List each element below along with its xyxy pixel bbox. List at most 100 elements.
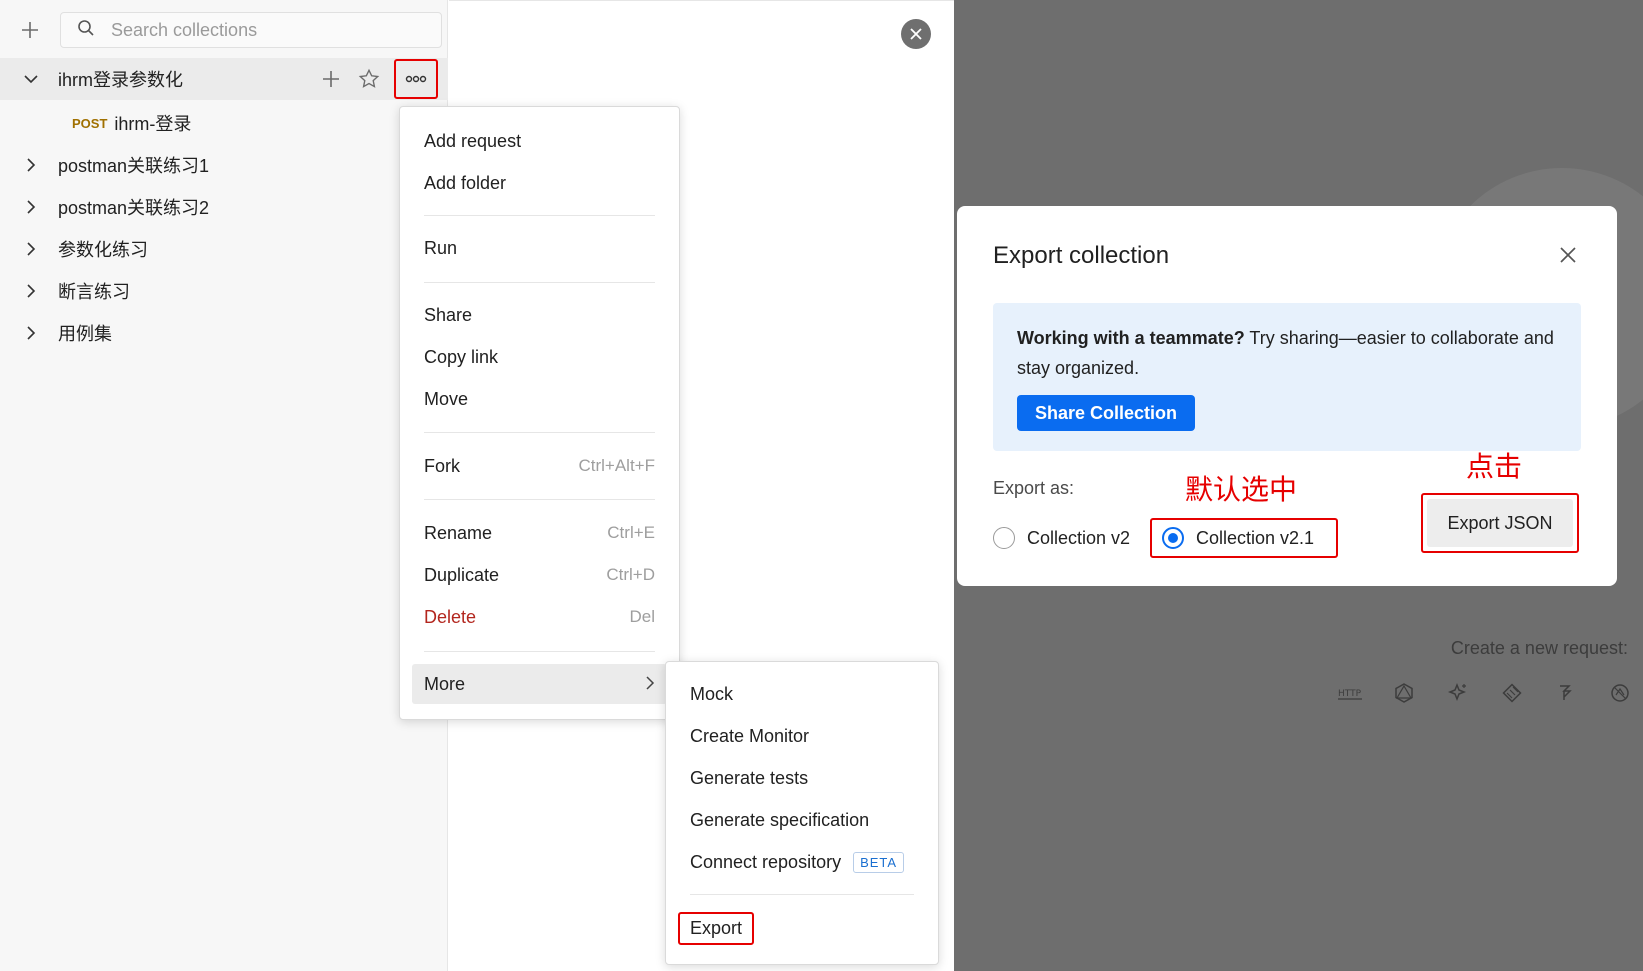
modal-title: Export collection xyxy=(993,242,1170,269)
menu-item-label: Rename xyxy=(424,522,493,543)
grpc-icon[interactable] xyxy=(1499,680,1525,706)
chevron-right-icon[interactable] xyxy=(24,158,38,172)
submenu-item-generate-tests[interactable]: Generate tests xyxy=(678,758,926,798)
menu-item-add-request[interactable]: Add request xyxy=(412,121,667,161)
menu-item-label: Mock xyxy=(690,683,734,704)
close-icon[interactable] xyxy=(1557,244,1579,266)
collection-name: 参数化练习 xyxy=(58,240,148,260)
socketio-icon[interactable] xyxy=(1607,680,1633,706)
menu-item-run[interactable]: Run xyxy=(412,228,667,268)
menu-item-label: Generate tests xyxy=(690,767,809,788)
svg-text:HTTP: HTTP xyxy=(1338,689,1362,699)
request-name: ihrm-登录 xyxy=(114,114,192,134)
chevron-right-icon[interactable] xyxy=(24,284,38,298)
chevron-right-icon[interactable] xyxy=(24,200,38,214)
beta-badge: BETA xyxy=(853,851,905,873)
chevron-right-icon xyxy=(645,674,655,695)
star-icon[interactable] xyxy=(356,66,382,92)
collection-row[interactable]: 参数化练习 xyxy=(0,228,448,270)
search-collections-box[interactable] xyxy=(60,12,442,48)
new-collection-button[interactable] xyxy=(18,18,42,42)
radio-button-selected[interactable] xyxy=(1162,527,1184,549)
menu-item-copy-link[interactable]: Copy link xyxy=(412,337,667,377)
option-label: Collection v2 xyxy=(1027,527,1131,548)
ai-sparkle-icon[interactable] xyxy=(1445,680,1471,706)
annotation-click: 点击 xyxy=(1466,451,1523,482)
collection-row[interactable]: postman关联练习2 xyxy=(0,186,448,228)
menu-item-label: Move xyxy=(424,388,469,409)
menu-item-label: Generate specification xyxy=(690,809,870,830)
menu-item-label: Duplicate xyxy=(424,564,500,585)
collections-sidebar: ihrm登录参数化 POST ihrm-登录 postman关联练习1 post… xyxy=(0,0,448,971)
menu-item-more[interactable]: More xyxy=(412,664,667,704)
menu-item-label: Connect repository xyxy=(690,851,842,872)
export-collection-modal: Export collection Working with a teammat… xyxy=(957,206,1617,586)
collection-context-menu: Add request Add folder Run Share Copy li… xyxy=(399,106,680,720)
close-icon[interactable] xyxy=(901,19,931,49)
submenu-item-create-monitor[interactable]: Create Monitor xyxy=(678,716,926,756)
chevron-right-icon[interactable] xyxy=(24,242,38,256)
collection-row-ihrm[interactable]: ihrm登录参数化 xyxy=(0,58,448,100)
export-json-button[interactable]: Export JSON xyxy=(1427,499,1573,547)
menu-item-label: More xyxy=(424,673,466,694)
menu-item-label: Fork xyxy=(424,455,460,476)
menu-item-label: Add folder xyxy=(424,172,507,193)
menu-item-label: Run xyxy=(424,237,458,258)
collection-row-actions xyxy=(318,58,438,100)
more-options-button[interactable] xyxy=(394,59,438,99)
share-collection-button[interactable]: Share Collection xyxy=(1017,395,1196,431)
menu-item-delete[interactable]: Delete Del xyxy=(412,597,667,637)
menu-item-move[interactable]: Move xyxy=(412,379,667,419)
menu-item-fork[interactable]: Fork Ctrl+Alt+F xyxy=(412,446,667,486)
add-request-button[interactable] xyxy=(318,66,344,92)
http-icon[interactable]: HTTP xyxy=(1337,680,1363,706)
menu-divider xyxy=(424,432,655,433)
banner-bold-text: Working with a teammate? xyxy=(1017,328,1245,348)
chevron-right-icon[interactable] xyxy=(24,326,38,340)
menu-item-shortcut: Ctrl+D xyxy=(606,565,655,584)
menu-item-label: Share xyxy=(424,304,473,325)
option-label: Collection v2.1 xyxy=(1196,527,1315,548)
search-input[interactable] xyxy=(111,19,411,41)
graphql-icon[interactable] xyxy=(1391,680,1417,706)
menu-item-label: Copy link xyxy=(424,346,499,367)
menu-item-label: Export xyxy=(690,917,743,938)
request-row[interactable]: POST ihrm-登录 xyxy=(0,102,448,144)
export-highlight: Export xyxy=(678,911,755,945)
ellipsis-icon xyxy=(405,75,427,83)
radio-button[interactable] xyxy=(993,527,1015,549)
submenu-item-mock[interactable]: Mock xyxy=(678,674,926,714)
menu-item-duplicate[interactable]: Duplicate Ctrl+D xyxy=(412,555,667,595)
menu-item-shortcut: Del xyxy=(629,607,655,626)
submenu-item-generate-specification[interactable]: Generate specification xyxy=(678,800,926,840)
share-banner: Working with a teammate? Try sharing—eas… xyxy=(993,303,1581,451)
menu-divider xyxy=(424,651,655,652)
collection-row[interactable]: postman关联练习1 xyxy=(0,144,448,186)
create-new-request-label: Create a new request: xyxy=(1450,638,1628,658)
collection-name: 断言练习 xyxy=(58,282,130,302)
menu-item-shortcut: Ctrl+E xyxy=(607,523,655,542)
collection-row[interactable]: 用例集 xyxy=(0,312,448,354)
menu-divider xyxy=(424,215,655,216)
option-collection-v21[interactable]: Collection v2.1 xyxy=(1150,518,1338,558)
search-icon xyxy=(77,19,95,42)
option-collection-v2[interactable]: Collection v2 xyxy=(993,518,1130,558)
menu-item-rename[interactable]: Rename Ctrl+E xyxy=(412,513,667,553)
menu-item-share[interactable]: Share xyxy=(412,295,667,335)
submenu-item-export[interactable]: Export xyxy=(678,908,926,948)
menu-item-shortcut: Ctrl+Alt+F xyxy=(578,456,655,475)
websocket-icon[interactable] xyxy=(1553,680,1579,706)
collection-row[interactable]: 断言练习 xyxy=(0,270,448,312)
menu-item-add-folder[interactable]: Add folder xyxy=(412,163,667,203)
menu-divider xyxy=(424,499,655,500)
menu-item-label: Delete xyxy=(424,606,477,627)
collection-name: postman关联练习1 xyxy=(58,156,210,176)
collection-name: ihrm登录参数化 xyxy=(58,70,183,90)
collection-name: postman关联练习2 xyxy=(58,198,210,218)
chevron-down-icon[interactable] xyxy=(24,72,38,86)
export-json-highlight: Export JSON xyxy=(1421,493,1579,553)
sidebar-topbar xyxy=(0,0,447,60)
menu-item-label: Create Monitor xyxy=(690,725,810,746)
submenu-item-connect-repository[interactable]: Connect repository BETA xyxy=(678,842,926,882)
menu-item-label: Add request xyxy=(424,130,522,151)
